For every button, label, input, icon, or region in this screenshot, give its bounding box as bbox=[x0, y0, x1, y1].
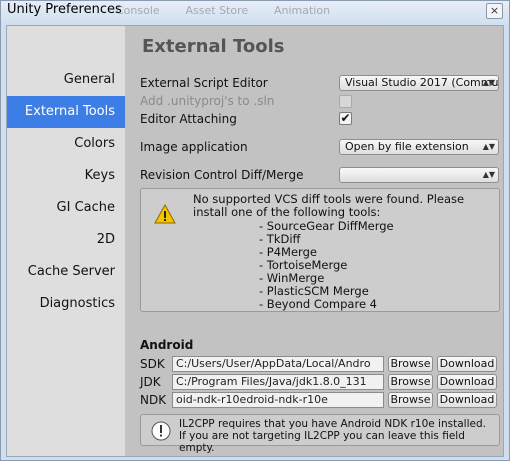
vcs-warning-message: No supported VCS diff tools were found. … bbox=[193, 193, 493, 219]
ndk-label: NDK bbox=[140, 393, 167, 407]
image-application-dropdown[interactable]: Open by file extension ▲▼ bbox=[339, 139, 499, 155]
image-application-value: Open by file extension bbox=[345, 140, 469, 153]
editor-attaching-checkbox[interactable]: ✔ bbox=[339, 112, 352, 125]
title-bar[interactable]: Unity Preferences Console Asset Store An… bbox=[1, 1, 509, 23]
jdk-browse-button[interactable]: Browse bbox=[388, 374, 433, 390]
add-unityproj-label: Add .unityproj's to .sln bbox=[140, 94, 275, 108]
external-script-editor-value: Visual Studio 2017 (Commu bbox=[345, 76, 499, 89]
sdk-browse-button[interactable]: Browse bbox=[388, 356, 433, 372]
close-icon: × bbox=[489, 4, 500, 17]
chevron-updown-icon: ▲▼ bbox=[482, 170, 495, 179]
jdk-download-button[interactable]: Download bbox=[437, 374, 497, 390]
warning-icon bbox=[154, 204, 176, 224]
add-unityproj-checkbox[interactable] bbox=[339, 95, 352, 108]
vcs-tool-item: - PlasticSCM Merge bbox=[259, 284, 369, 298]
sidebar-item-diagnostics[interactable]: Diagnostics bbox=[7, 288, 125, 320]
chevron-updown-icon: ▲▼ bbox=[482, 142, 495, 151]
sidebar: General External Tools Colors Keys GI Ca… bbox=[7, 26, 125, 456]
sidebar-item-external-tools[interactable]: External Tools bbox=[7, 96, 125, 128]
vcs-warning-box: No supported VCS diff tools were found. … bbox=[140, 188, 500, 312]
ndk-path-field[interactable]: oid-ndk-r10edroid-ndk-r10e bbox=[172, 392, 384, 408]
revision-control-label: Revision Control Diff/Merge bbox=[140, 168, 304, 182]
background-tab: Asset Store bbox=[185, 4, 249, 17]
vcs-tool-item: - P4Merge bbox=[259, 245, 317, 259]
sidebar-item-cache-server[interactable]: Cache Server bbox=[7, 256, 125, 288]
il2cpp-info-message: IL2CPP requires that you have Android ND… bbox=[179, 418, 499, 454]
sdk-download-button[interactable]: Download bbox=[437, 356, 497, 372]
chevron-updown-icon: ▲▼ bbox=[482, 78, 495, 87]
vcs-tool-item: - SourceGear DiffMerge bbox=[259, 219, 394, 233]
sidebar-item-2d[interactable]: 2D bbox=[7, 224, 125, 256]
checkmark-icon: ✔ bbox=[340, 111, 351, 125]
info-icon bbox=[151, 421, 171, 441]
sidebar-item-colors[interactable]: Colors bbox=[7, 128, 125, 160]
editor-attaching-label: Editor Attaching bbox=[140, 112, 237, 126]
jdk-path-field[interactable]: C:/Program Files/Java/jdk1.8.0_131 bbox=[172, 374, 384, 390]
sidebar-item-general[interactable]: General bbox=[7, 64, 125, 96]
jdk-label: JDK bbox=[140, 375, 161, 389]
external-tools-panel: External Tools External Script Editor Vi… bbox=[125, 26, 503, 456]
external-script-editor-label: External Script Editor bbox=[140, 76, 268, 90]
image-application-label: Image application bbox=[140, 140, 248, 154]
window-title: Unity Preferences bbox=[7, 2, 122, 17]
ndk-browse-button[interactable]: Browse bbox=[388, 392, 433, 408]
preferences-content: General External Tools Colors Keys GI Ca… bbox=[6, 25, 504, 457]
vcs-tool-item: - WinMerge bbox=[259, 271, 325, 285]
vcs-tool-item: - TkDiff bbox=[259, 232, 301, 246]
il2cpp-info-line: If you are not targeting IL2CPP you can … bbox=[179, 430, 465, 454]
close-button[interactable]: × bbox=[486, 3, 503, 19]
vcs-tool-item: - Beyond Compare 4 bbox=[259, 297, 377, 311]
background-tabs: Console Asset Store Animation bbox=[116, 3, 352, 21]
external-script-editor-dropdown[interactable]: Visual Studio 2017 (Commu ▲▼ bbox=[339, 75, 499, 91]
sdk-path-field[interactable]: C:/Users/User/AppData/Local/Andro bbox=[172, 356, 384, 372]
vcs-tool-item: - TortoiseMerge bbox=[259, 258, 348, 272]
ndk-download-button[interactable]: Download bbox=[437, 392, 497, 408]
revision-control-dropdown[interactable]: ▲▼ bbox=[339, 167, 499, 183]
sidebar-item-keys[interactable]: Keys bbox=[7, 160, 125, 192]
sdk-label: SDK bbox=[140, 357, 165, 371]
il2cpp-info-box: IL2CPP requires that you have Android ND… bbox=[140, 414, 500, 454]
page-title: External Tools bbox=[142, 36, 285, 57]
preferences-window: Unity Preferences Console Asset Store An… bbox=[0, 0, 510, 461]
background-tab: Console bbox=[116, 4, 160, 17]
background-tab: Animation bbox=[273, 4, 331, 17]
android-section-title: Android bbox=[140, 338, 194, 352]
vcs-warning-line: install one of the following tools: bbox=[193, 205, 381, 219]
sidebar-item-gi-cache[interactable]: GI Cache bbox=[7, 192, 125, 224]
il2cpp-info-line: IL2CPP requires that you have Android ND… bbox=[179, 418, 486, 430]
